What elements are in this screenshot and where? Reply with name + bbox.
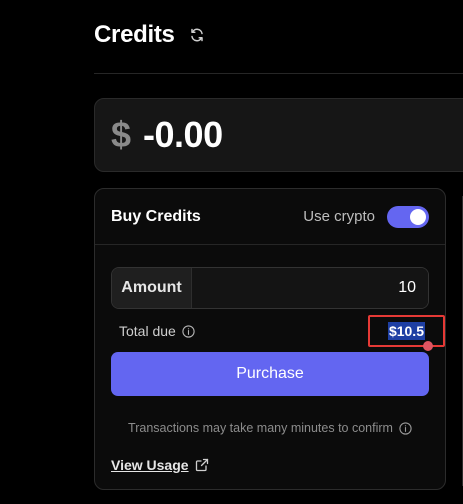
total-due-value: $10.5 bbox=[387, 322, 425, 340]
balance-value: -0.00 bbox=[143, 114, 223, 155]
buy-credits-card: Buy Credits Use crypto Amount Total due … bbox=[94, 188, 446, 490]
buy-credits-title: Buy Credits bbox=[111, 207, 201, 225]
info-icon[interactable] bbox=[399, 421, 412, 435]
crypto-toggle[interactable] bbox=[387, 205, 429, 228]
page-title: Credits bbox=[94, 21, 175, 48]
page-header: Credits bbox=[94, 18, 205, 52]
total-due-highlight: $10.5 bbox=[367, 315, 445, 351]
buy-credits-header: Buy Credits Use crypto bbox=[95, 189, 445, 245]
header-divider bbox=[94, 73, 463, 74]
left-gutter bbox=[0, 0, 80, 504]
total-due-label-group: Total due bbox=[119, 323, 195, 339]
amount-input[interactable] bbox=[192, 268, 428, 308]
balance-card: $ -0.00 bbox=[94, 98, 463, 172]
total-due-row: Total due $10.5 bbox=[119, 315, 445, 351]
notice-text: Transactions may take many minutes to co… bbox=[128, 421, 393, 435]
amount-label: Amount bbox=[112, 268, 192, 308]
toggle-knob bbox=[410, 208, 426, 225]
total-due-label: Total due bbox=[119, 323, 176, 339]
view-usage-label: View Usage bbox=[111, 457, 189, 473]
crypto-toggle-label: Use crypto bbox=[303, 208, 375, 225]
view-usage-link[interactable]: View Usage bbox=[111, 457, 209, 473]
external-link-icon bbox=[195, 458, 209, 472]
purchase-button[interactable]: Purchase bbox=[111, 352, 429, 396]
confirmation-notice: Transactions may take many minutes to co… bbox=[95, 421, 445, 435]
cursor-marker bbox=[423, 341, 433, 351]
crypto-toggle-group: Use crypto bbox=[303, 205, 429, 228]
amount-field: Amount bbox=[111, 267, 429, 309]
refresh-icon[interactable] bbox=[189, 27, 205, 43]
info-icon[interactable] bbox=[182, 324, 195, 338]
currency-symbol: $ bbox=[111, 114, 132, 155]
